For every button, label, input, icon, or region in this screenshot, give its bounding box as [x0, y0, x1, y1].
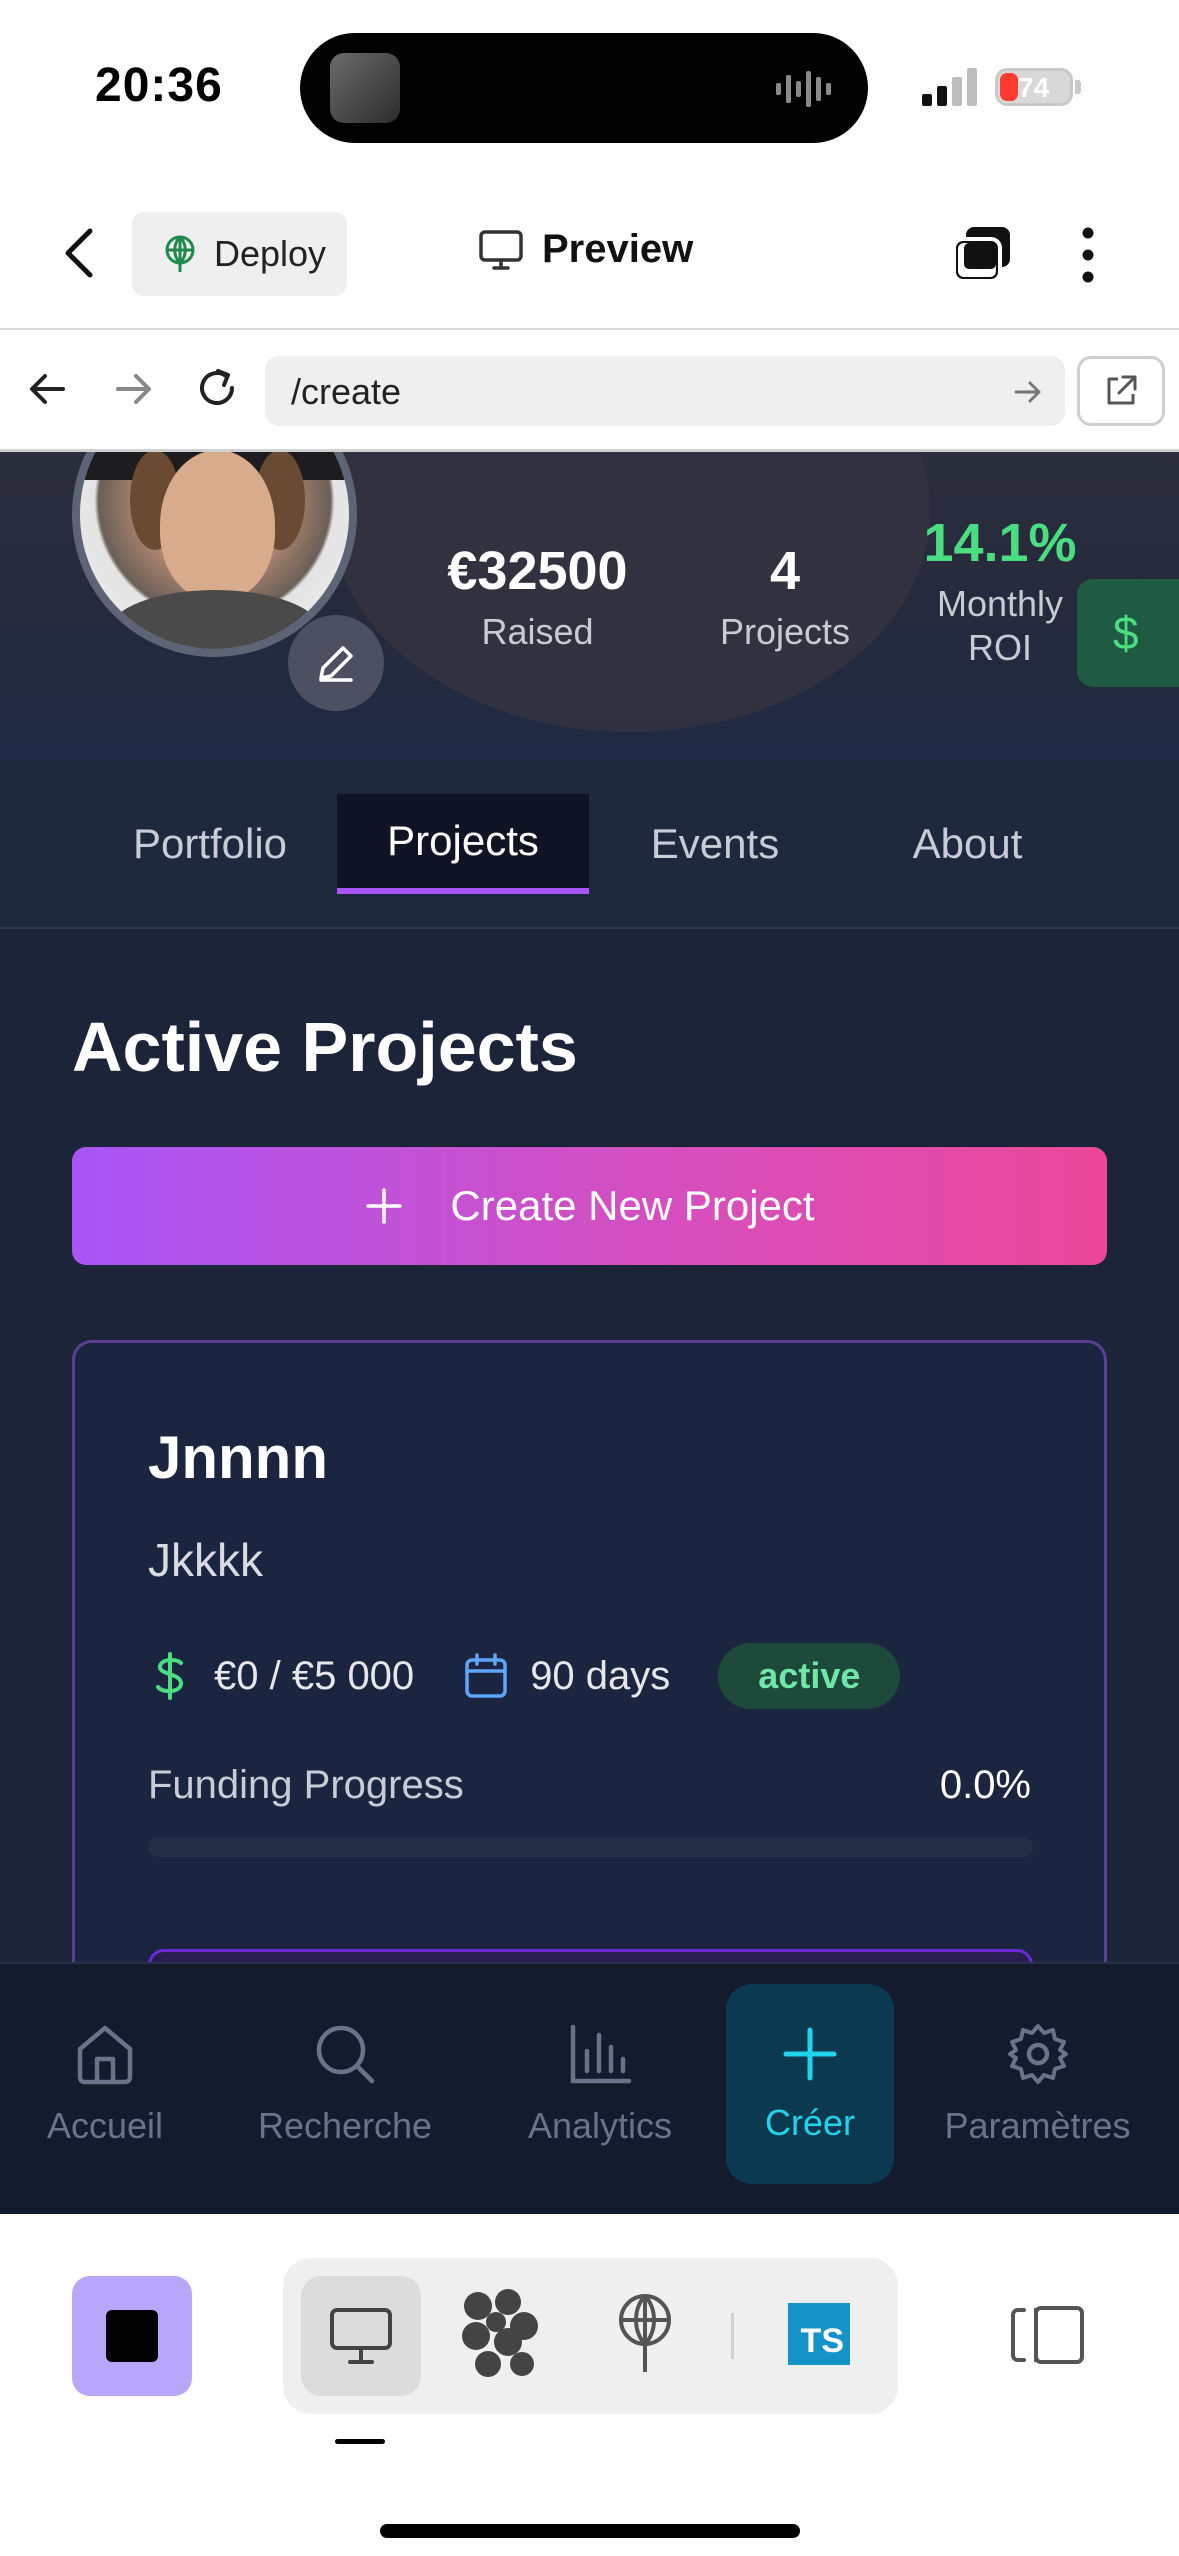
nav-label-parametres: Paramètres: [944, 2105, 1131, 2146]
status-bar: 20:36 74: [0, 0, 1179, 175]
plus-icon: [366, 1188, 403, 1224]
calendar-icon: [465, 1653, 507, 1698]
browser-back-icon[interactable]: [25, 366, 71, 412]
invest-button[interactable]: $: [1077, 579, 1179, 687]
typescript-file-button[interactable]: TS: [788, 2303, 850, 2365]
tab-events[interactable]: Events: [615, 794, 815, 894]
editor-dock: TS: [0, 2214, 1179, 2556]
deploy-label: Deploy: [214, 233, 327, 274]
preview-toggle[interactable]: Preview: [478, 227, 693, 272]
monitor-icon: [479, 229, 523, 270]
battery-level: 74: [1018, 72, 1050, 103]
nav-item-accueil[interactable]: Accueil: [20, 1984, 190, 2184]
gear-icon: [1007, 2024, 1068, 2084]
deploy-button[interactable]: Deploy: [132, 212, 347, 296]
project-meta: €0 / €5 000 90 days active: [148, 1643, 901, 1709]
pencil-icon: [319, 646, 353, 682]
stat-roi: 14.1% Monthly ROI: [910, 512, 1090, 670]
preview-label: Preview: [542, 227, 694, 271]
nav-label-creer: Créer: [764, 2102, 856, 2143]
search-icon: [316, 2025, 375, 2084]
funding-progress-value: 0.0%: [939, 1763, 1031, 1807]
dynamic-island[interactable]: [300, 33, 868, 143]
bar-chart-icon: [570, 2024, 632, 2084]
dock-separator: [731, 2313, 734, 2359]
nav-item-creer[interactable]: Créer: [726, 1984, 894, 2184]
battery-tip: [1075, 80, 1081, 94]
deploy-globe-icon: [165, 235, 195, 272]
profile-tabs: Portfolio Projects Events About: [0, 759, 1179, 929]
tab-portfolio[interactable]: Portfolio: [100, 794, 320, 894]
tabs-switcher-icon[interactable]: [950, 225, 1014, 285]
stat-projects-label: Projects: [719, 611, 851, 652]
create-project-label: Create New Project: [450, 1182, 815, 1229]
status-badge: active: [718, 1643, 901, 1709]
back-chevron-icon[interactable]: [60, 225, 100, 281]
monitor-icon: [330, 2308, 392, 2364]
active-tool-indicator: [335, 2439, 385, 2444]
home-icon: [77, 2025, 133, 2085]
battery-icon: 74: [995, 68, 1073, 106]
deploy-globe-icon[interactable]: [613, 2292, 677, 2376]
section-title: Active Projects: [72, 1008, 578, 1086]
nav-item-recherche[interactable]: Recherche: [240, 1984, 450, 2184]
dollar-icon: $: [1113, 607, 1139, 659]
cellular-signal-icon: [922, 68, 977, 106]
dollar-icon: [156, 1652, 183, 1700]
tab-about[interactable]: About: [860, 794, 1075, 894]
project-description: Jkkkk: [148, 1534, 263, 1586]
nav-label-accueil: Accueil: [46, 2105, 164, 2146]
funding-amount: €0 / €5 000: [214, 1653, 415, 1698]
funding-progress-label: Funding Progress: [148, 1763, 464, 1807]
funding-progress-bar: [148, 1837, 1033, 1857]
nav-item-analytics[interactable]: Analytics: [500, 1984, 700, 2184]
stop-icon: [106, 2310, 158, 2362]
workspace-blob-icon[interactable]: [458, 2288, 540, 2380]
stat-raised-label: Raised: [481, 611, 594, 652]
audio-waveform-icon: [776, 71, 831, 107]
project-title: Jnnnn: [148, 1424, 328, 1491]
browser-forward-icon[interactable]: [110, 366, 156, 412]
stat-roi-label: Monthly ROI: [936, 583, 1064, 668]
nav-label-recherche: Recherche: [257, 2105, 433, 2146]
nav-item-parametres[interactable]: Paramètres: [930, 1984, 1145, 2184]
desktop-preview-button[interactable]: [301, 2276, 421, 2396]
edit-avatar-button[interactable]: [288, 615, 384, 711]
now-playing-thumbnail[interactable]: [330, 53, 400, 123]
plus-icon: [783, 2027, 837, 2081]
stat-projects-value: 4: [769, 541, 801, 601]
open-external-button[interactable]: [1077, 356, 1165, 426]
home-indicator[interactable]: [380, 2524, 800, 2538]
web-content: €32500 Raised 4 Projects 14.1% Monthly R…: [0, 452, 1179, 2214]
go-arrow-icon[interactable]: [1013, 378, 1043, 406]
duration: 90 days: [530, 1653, 671, 1698]
create-project-button[interactable]: Create New Project: [72, 1147, 1107, 1265]
sidebar-toggle-icon[interactable]: [1010, 2304, 1086, 2366]
url-text: /create: [291, 371, 402, 412]
stop-button[interactable]: [72, 2276, 192, 2396]
tab-projects[interactable]: Projects: [337, 794, 589, 894]
stat-raised-value: €32500: [447, 541, 628, 601]
app-bottom-nav: Accueil Recherche Analytics Créer Paramè…: [0, 1962, 1179, 2214]
more-vertical-icon[interactable]: [1073, 225, 1103, 285]
url-input[interactable]: /create: [265, 356, 1065, 426]
stat-projects: 4 Projects: [700, 540, 870, 654]
reload-icon[interactable]: [192, 363, 242, 413]
dock-tool-group: TS: [283, 2258, 898, 2414]
external-link-icon: [1107, 375, 1137, 405]
nav-label-analytics: Analytics: [527, 2105, 673, 2146]
stat-raised: €32500 Raised: [425, 540, 650, 654]
app-toolbar: Deploy Preview: [0, 175, 1179, 330]
profile-header: €32500 Raised 4 Projects 14.1% Monthly R…: [0, 452, 1179, 759]
browser-url-bar: /create: [0, 330, 1179, 452]
stat-roi-value: 14.1%: [923, 513, 1077, 573]
status-time: 20:36: [95, 59, 223, 112]
